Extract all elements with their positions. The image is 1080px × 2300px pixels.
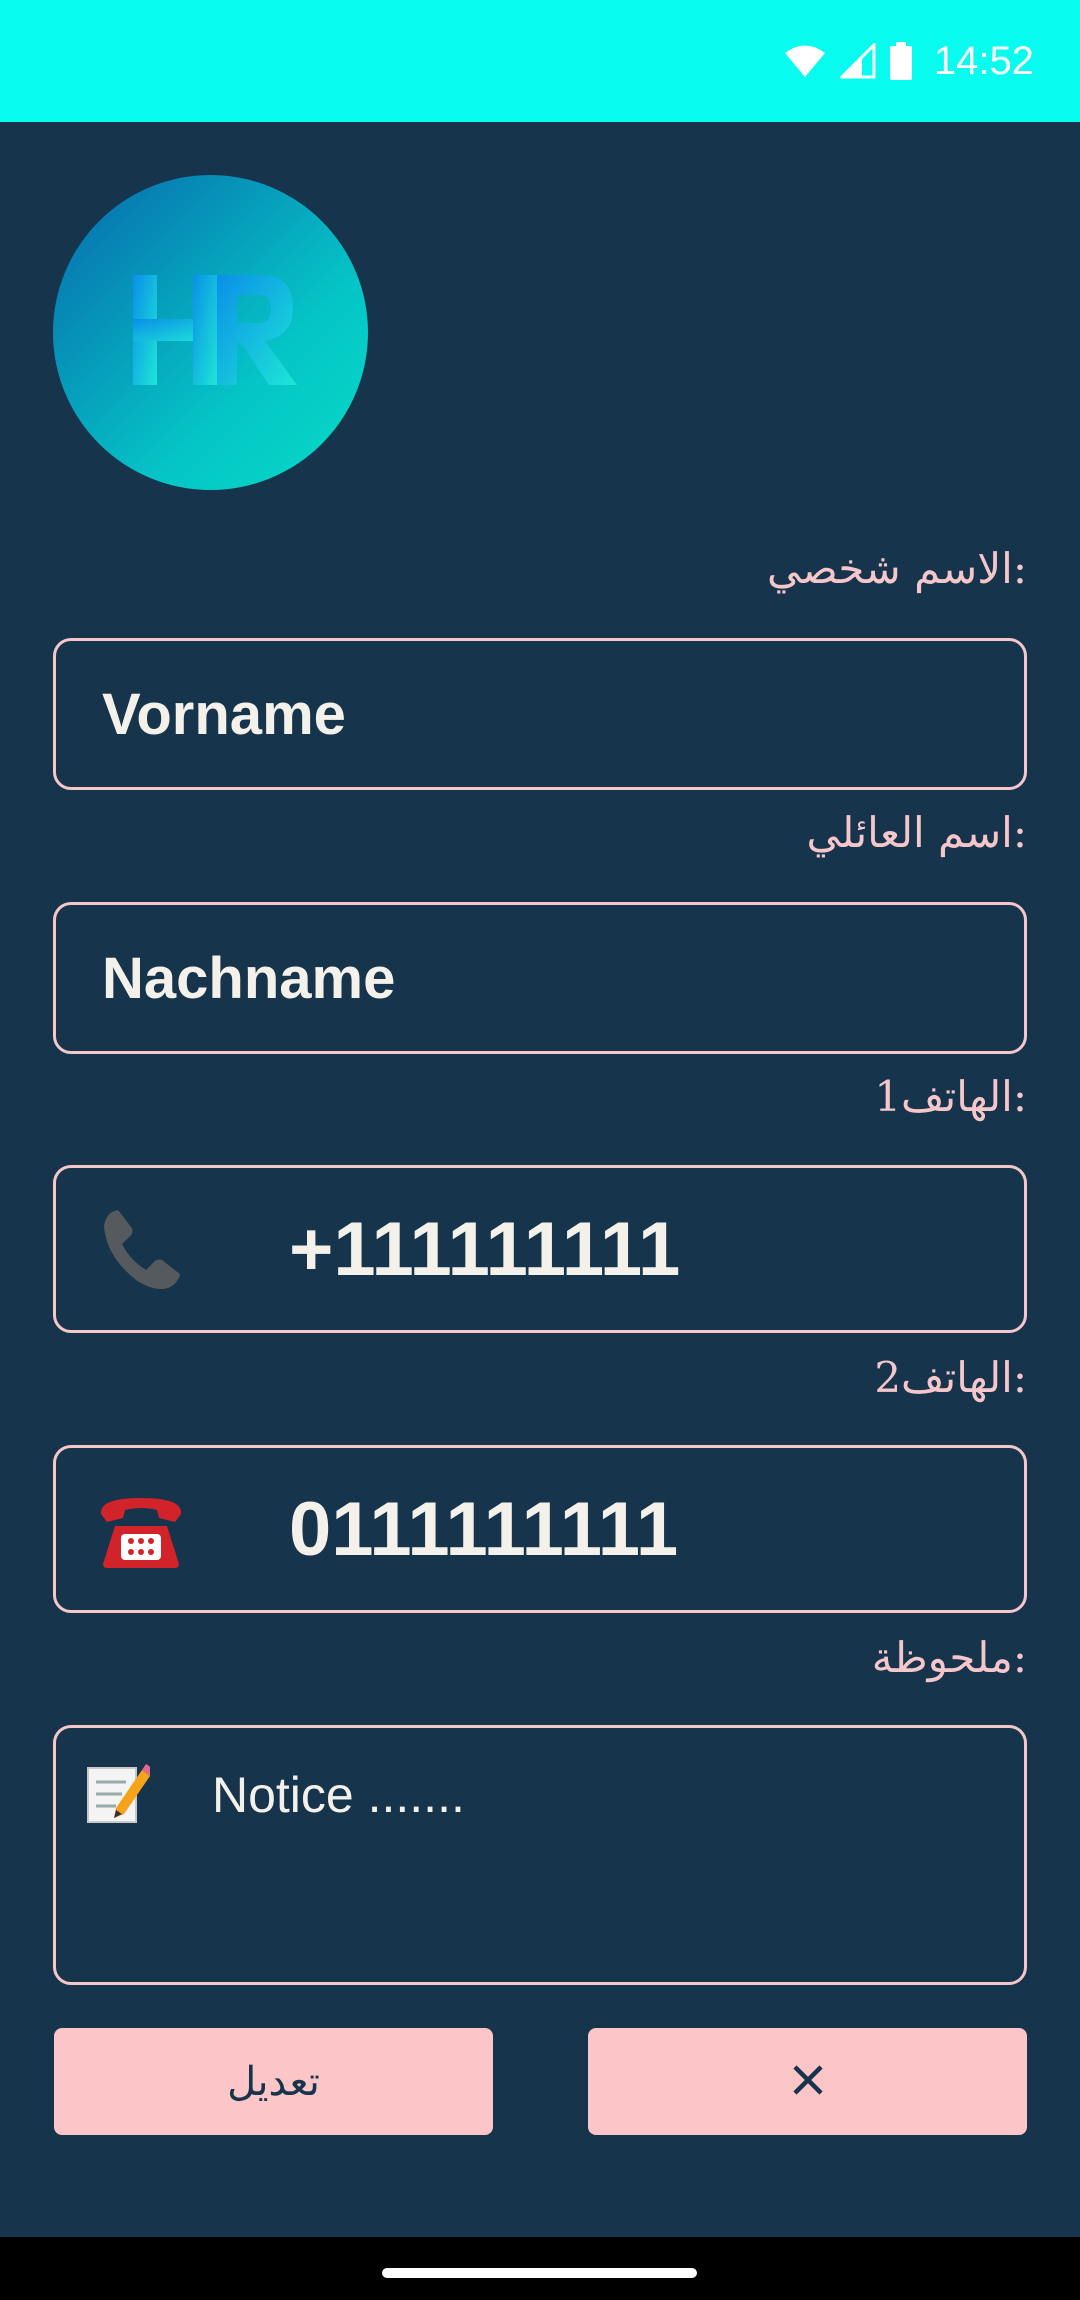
last-name-label: :اسم العائلي [806,808,1027,857]
phone2-value: 0111111111 [289,1486,679,1572]
telephone-receiver-icon [88,1199,193,1299]
edit-button[interactable]: تعديل [54,2028,493,2135]
memo-icon [86,1762,152,1828]
status-icons: 14:52 [784,36,1034,86]
phone1-value: +111111111 [289,1206,681,1292]
telephone-icon [88,1479,193,1579]
last-name-field[interactable]: Nachname [53,902,1027,1054]
close-icon [792,2064,824,2100]
last-name-value: Nachname [102,945,396,1011]
hr-logo [53,175,368,490]
phone1-field[interactable]: +111111111 [53,1165,1027,1333]
note-field[interactable]: Notice ....... [53,1725,1027,1985]
wifi-icon [784,44,826,78]
cell-signal-icon [839,43,876,79]
phone2-label: :الهاتف2 [874,1353,1027,1402]
note-placeholder: Notice ....... [212,1767,465,1823]
home-indicator[interactable] [382,2268,697,2278]
phone1-label: :الهاتف1 [874,1072,1027,1121]
phone2-field[interactable]: 0111111111 [53,1445,1027,1613]
status-bar: 14:52 [0,0,1080,122]
first-name-field[interactable]: Vorname [53,638,1027,790]
note-label: :ملحوظة [871,1633,1027,1682]
edit-button-label: تعديل [227,2058,320,2105]
first-name-label: :الاسم شخصي [767,544,1027,593]
battery-icon [889,42,912,80]
hr-logo-mark [133,275,297,385]
close-button[interactable] [588,2028,1027,2135]
first-name-value: Vorname [102,681,346,747]
status-time: 14:52 [933,38,1034,83]
